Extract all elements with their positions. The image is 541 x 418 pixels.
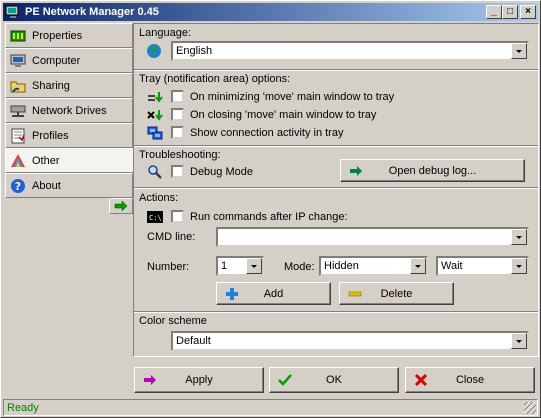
number-select[interactable]: 1 [216,256,264,276]
close-to-tray-label: On closing 'move' main window to tray [190,109,377,121]
open-debug-log-button[interactable]: Open debug log... [340,159,525,182]
sidebar-item-network-drives[interactable]: Network Drives [5,98,133,123]
sidebar-item-other[interactable]: Other [5,148,135,173]
minimize-button[interactable]: _ [486,5,502,19]
wait-select[interactable]: Wait [436,256,529,276]
computer-icon [10,54,26,67]
delete-command-button[interactable]: Delete [339,282,454,305]
minimize-to-tray-label: On minimizing 'move' main window to tray [190,91,395,103]
settings-panel: Language: English Tray (notification are… [133,23,539,357]
add-command-button[interactable]: Add [216,282,331,305]
svg-text:?: ? [15,180,21,193]
sharing-icon [10,81,26,93]
tray-minimize-icon [148,92,163,103]
cmd-line-label: CMD line: [147,231,196,243]
sidebar: Properties Computer Sharing Network Driv… [5,23,135,199]
globe-icon [147,44,161,58]
minimize-to-tray-checkbox[interactable] [171,90,184,103]
actions-label: Actions: [139,192,179,204]
close-to-tray-checkbox[interactable] [171,108,184,121]
other-icon [11,154,25,167]
tray-label: Tray (notification area) options: [139,73,291,85]
chevron-down-icon[interactable] [410,258,426,274]
run-commands-checkbox[interactable] [171,210,184,223]
color-scheme-section: Color scheme Default [134,312,538,356]
debug-mode-label: Debug Mode [190,166,253,178]
close-window-button[interactable]: × [520,5,536,19]
number-label: Number: [147,261,190,273]
svg-text:C:\: C:\ [149,214,162,222]
sidebar-item-properties[interactable]: Properties [5,23,133,48]
sidebar-item-sharing[interactable]: Sharing [5,73,133,98]
color-scheme-select[interactable]: Default [171,331,529,351]
chevron-down-icon[interactable] [246,258,262,274]
sidebar-item-profiles[interactable]: Profiles [5,123,133,148]
sidebar-item-computer[interactable]: Computer [5,48,133,73]
tray-section: Tray (notification area) options: On min… [134,70,538,146]
language-label: Language: [139,27,191,39]
properties-icon [10,30,26,42]
mode-select[interactable]: Hidden [319,256,428,276]
troubleshooting-section: Troubleshooting: Debug Mode Open debug l… [134,146,538,188]
debug-magnifier-icon [148,165,162,179]
arrow-right-icon [114,201,128,211]
color-scheme-label: Color scheme [139,315,207,327]
chevron-down-icon[interactable] [511,258,527,274]
window-title: PE Network Manager 0.45 [25,6,159,18]
console-icon: C:\ [147,211,163,223]
show-activity-checkbox[interactable] [171,126,184,139]
status-bar: Ready [3,399,538,416]
cmd-line-combo[interactable] [216,227,529,247]
chevron-down-icon[interactable] [511,229,527,245]
tray-activity-icon [147,126,163,140]
maximize-button[interactable]: □ [502,5,518,19]
status-text: Ready [7,402,39,414]
apply-button[interactable]: Apply [134,367,264,393]
run-commands-label: Run commands after IP change: [190,211,348,223]
chevron-down-icon[interactable] [511,333,527,349]
main-window: PE Network Manager 0.45 _ □ × Properties… [0,0,541,418]
troubleshooting-label: Troubleshooting: [139,149,221,161]
title-bar[interactable]: PE Network Manager 0.45 _ □ × [3,3,538,21]
collapse-sidebar-button[interactable] [109,198,133,214]
show-activity-label: Show connection activity in tray [190,127,344,139]
chevron-down-icon[interactable] [511,43,527,59]
sidebar-item-about[interactable]: ? About [5,173,133,198]
debug-mode-checkbox[interactable] [171,165,184,178]
language-select[interactable]: English [171,41,529,61]
close-button[interactable]: Close [405,367,535,393]
profiles-icon [11,128,25,144]
app-network-icon [5,5,19,18]
actions-section: Actions: C:\ Run commands after IP chang… [134,188,538,312]
language-section: Language: English [134,24,538,70]
help-question-icon: ? [11,179,25,193]
resize-grip-icon[interactable] [524,402,536,414]
tray-close-icon [147,110,163,121]
network-drives-icon [10,105,26,117]
ok-button[interactable]: OK [269,367,399,393]
mode-label: Mode: [284,261,315,273]
